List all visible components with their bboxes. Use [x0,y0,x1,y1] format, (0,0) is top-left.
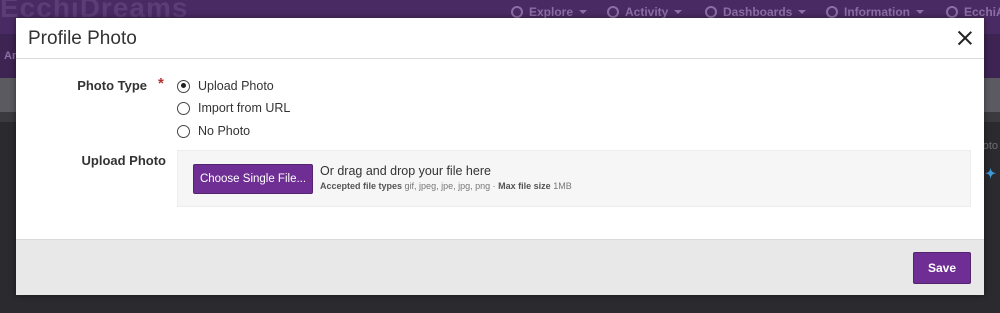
radio-button[interactable] [177,79,190,93]
radio-label: No Photo [198,124,251,138]
explore-icon [511,6,523,18]
accepted-types-label: Accepted file types [320,181,403,191]
save-button[interactable]: Save [913,252,971,284]
radio-import-url[interactable]: Import from URL [177,101,290,115]
dashboards-icon [705,6,717,18]
file-requirements: Accepted file types gif, jpeg, jpe, jpg,… [320,181,572,191]
radio-button[interactable] [177,124,190,138]
dialog-footer: Save [16,239,984,295]
background-text: oto [982,140,998,152]
file-drop-zone[interactable]: Choose Single File... Or drag and drop y… [177,150,971,207]
profile-photo-dialog: Profile Photo Photo Type * Upload Photo … [16,18,984,295]
activity-icon [607,6,619,18]
dialog-body: Photo Type * Upload Photo Import from UR… [16,60,984,239]
choose-file-button[interactable]: Choose Single File... [193,164,313,194]
chevron-down-icon [916,10,924,14]
radio-label: Import from URL [198,101,291,115]
upload-photo-label: Upload Photo [81,153,167,168]
radio-upload-photo[interactable]: Upload Photo [177,79,274,93]
separator: · [492,181,496,191]
max-size-value: 1MB [553,181,572,191]
chevron-down-icon [674,10,683,14]
close-icon[interactable] [954,27,976,49]
photo-type-label: Photo Type [77,78,147,93]
max-size-label: Max file size [498,181,551,191]
ecchiai-icon [946,6,958,18]
twitter-icon: ✦ [985,166,996,181]
information-icon [826,6,838,18]
accepted-types-value: gif, jpeg, jpe, jpg, png [404,181,491,191]
radio-button[interactable] [177,101,190,115]
dialog-header: Profile Photo [16,18,984,59]
radio-no-photo[interactable]: No Photo [177,124,250,138]
drag-drop-hint: Or drag and drop your file here [320,164,491,178]
radio-label: Upload Photo [198,79,274,93]
chevron-down-icon [579,10,588,14]
required-marker: * [158,75,164,92]
dialog-title: Profile Photo [28,28,137,49]
chevron-down-icon [798,10,807,14]
